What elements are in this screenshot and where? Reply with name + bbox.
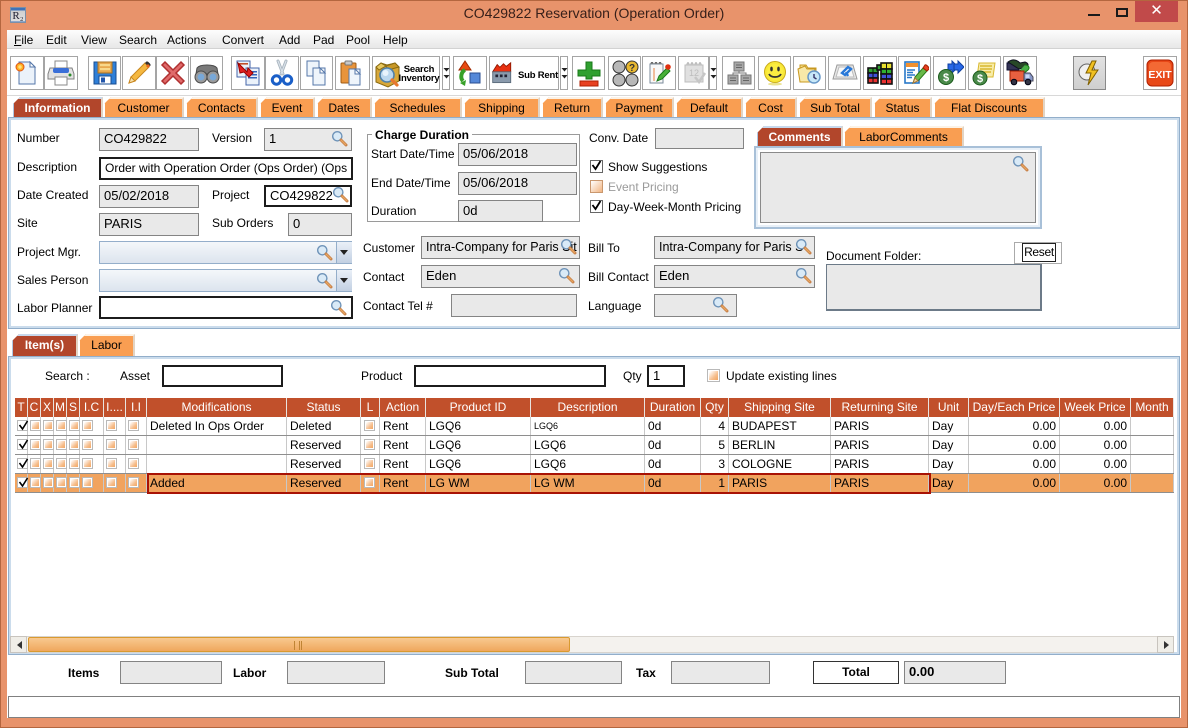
- svg-text:?: ?: [629, 63, 635, 74]
- svg-text:$: $: [977, 73, 983, 85]
- svg-text:$: $: [943, 72, 949, 84]
- svg-text:12: 12: [689, 68, 699, 78]
- svg-text:EXIT: EXIT: [1148, 69, 1172, 81]
